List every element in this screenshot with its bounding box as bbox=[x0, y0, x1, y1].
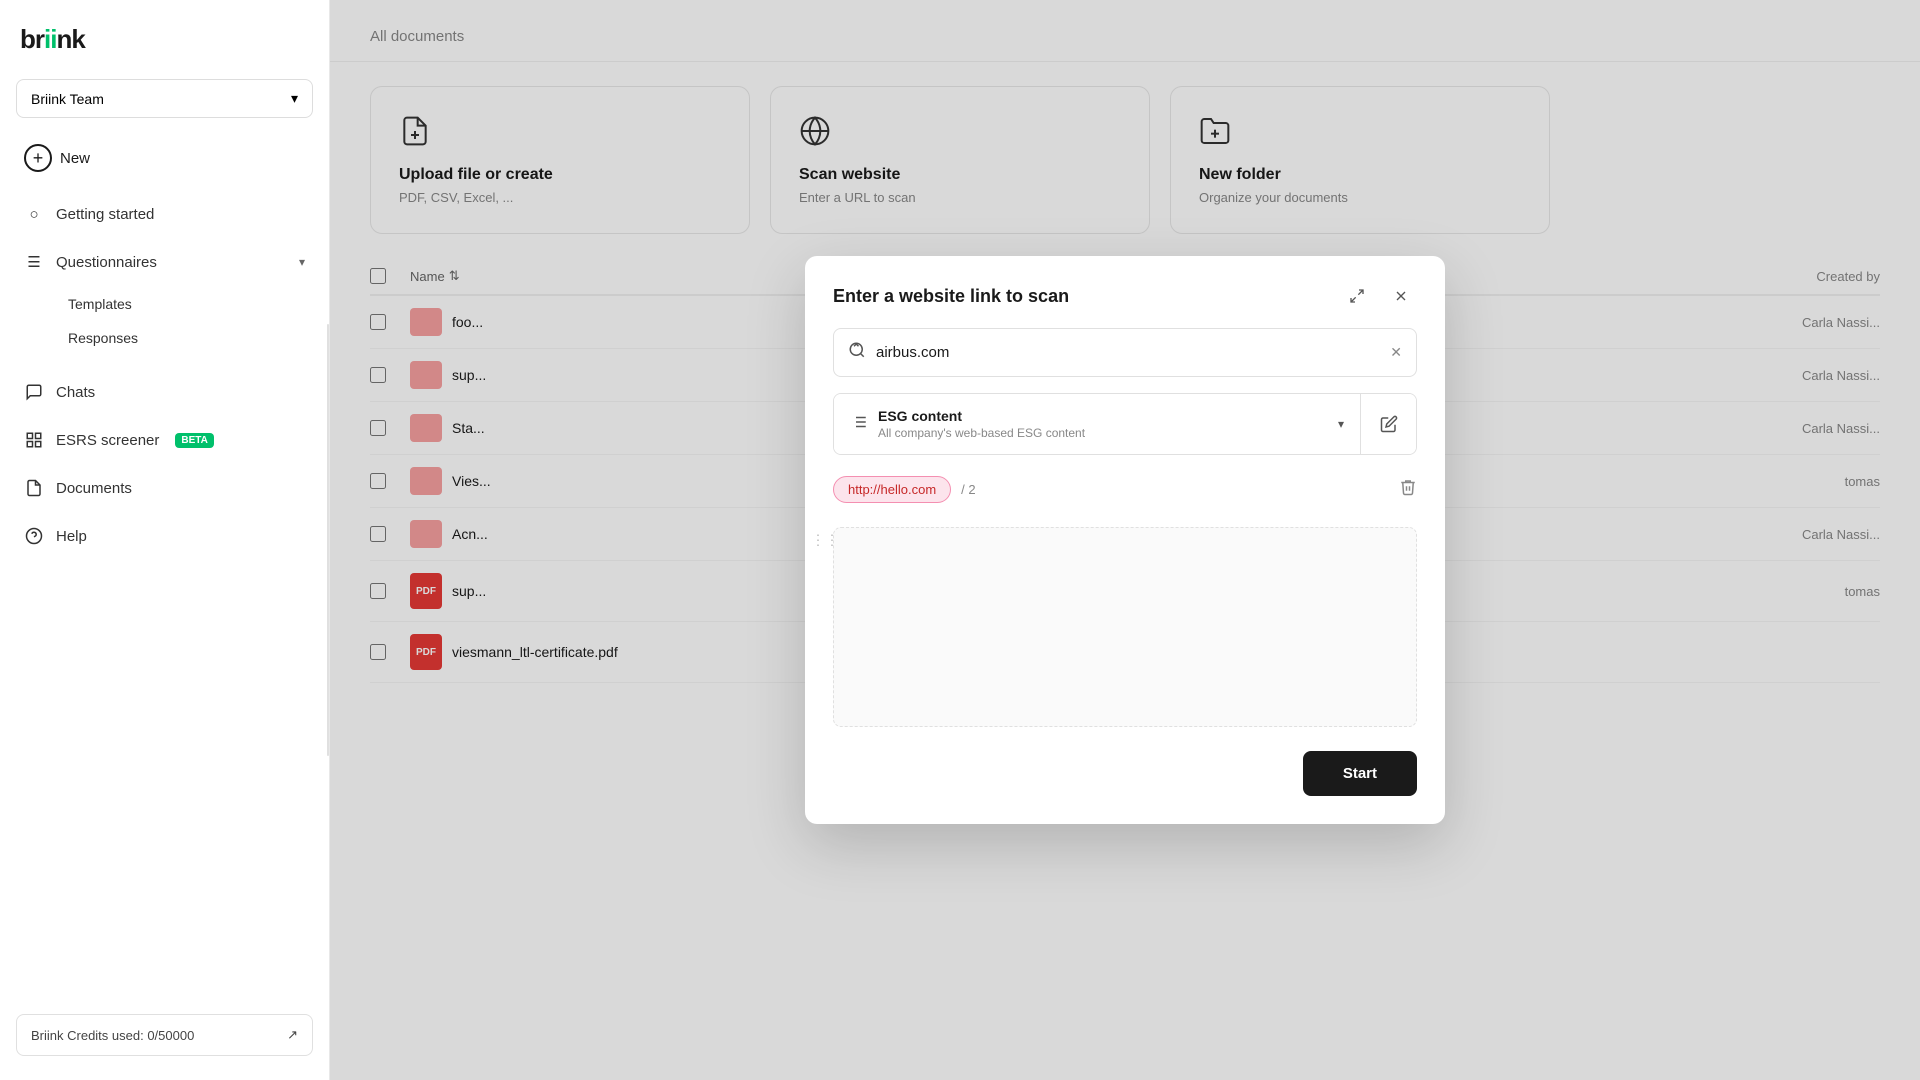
drag-handle[interactable]: ⋮⋮ bbox=[805, 524, 845, 557]
sidebar-divider bbox=[327, 324, 329, 756]
documents-icon bbox=[24, 478, 44, 498]
questionnaire-selector[interactable]: ESG content All company's web-based ESG … bbox=[834, 394, 1360, 454]
questionnaires-icon: ☰ bbox=[24, 252, 44, 272]
sidebar-item-getting-started[interactable]: ○ Getting started bbox=[16, 194, 313, 234]
getting-started-icon: ○ bbox=[24, 204, 44, 224]
sidebar-label-help: Help bbox=[56, 528, 87, 545]
url-tag[interactable]: http://hello.com bbox=[833, 476, 951, 503]
team-chevron-icon: ▾ bbox=[291, 90, 298, 107]
sidebar-label-chats: Chats bbox=[56, 384, 95, 401]
delete-tag-button[interactable] bbox=[1399, 478, 1417, 501]
sidebar-item-esrs-screener[interactable]: ESRS screener BETA bbox=[16, 420, 313, 460]
modal-footer: Start bbox=[805, 751, 1445, 824]
questionnaires-chevron-icon: ▾ bbox=[299, 255, 305, 269]
new-button[interactable]: + New bbox=[16, 134, 313, 182]
team-name: Briink Team bbox=[31, 91, 104, 107]
sidebar-item-documents[interactable]: Documents bbox=[16, 468, 313, 508]
sidebar-item-chats[interactable]: Chats bbox=[16, 372, 313, 412]
close-button[interactable] bbox=[1385, 280, 1417, 312]
questionnaires-sub-items: Templates Responses bbox=[24, 288, 305, 354]
sidebar-label-documents: Documents bbox=[56, 480, 132, 497]
url-clear-button[interactable]: ✕ bbox=[1390, 344, 1402, 361]
sidebar-item-questionnaires[interactable]: ☰ Questionnaires ▾ Templates Responses bbox=[16, 242, 313, 364]
help-icon bbox=[24, 526, 44, 546]
modal-overlay: ⋮⋮ Enter a website link to scan bbox=[330, 0, 1920, 1080]
modal-header: Enter a website link to scan bbox=[805, 256, 1445, 328]
team-selector[interactable]: Briink Team ▾ bbox=[16, 79, 313, 118]
questionnaire-icon bbox=[850, 413, 868, 436]
url-tags-area: http://hello.com / 2 bbox=[833, 471, 1417, 507]
main-content: All documents Upload file or create PDF,… bbox=[330, 0, 1920, 1080]
beta-badge: BETA bbox=[175, 433, 213, 448]
new-circle-icon: + bbox=[24, 144, 52, 172]
sidebar: briink Briink Team ▾ + New ○ Getting sta… bbox=[0, 0, 330, 1080]
credits-label: Briink Credits used: 0/50000 bbox=[31, 1028, 194, 1043]
questionnaire-selector-row: ESG content All company's web-based ESG … bbox=[833, 393, 1417, 455]
questionnaire-chevron-icon: ▾ bbox=[1338, 417, 1344, 431]
minimize-button[interactable] bbox=[1341, 280, 1373, 312]
app-logo: briink bbox=[16, 24, 313, 55]
scan-content-area bbox=[833, 527, 1417, 727]
sidebar-item-templates[interactable]: Templates bbox=[56, 288, 305, 320]
sidebar-label-questionnaires: Questionnaires bbox=[56, 254, 157, 271]
url-input[interactable] bbox=[876, 344, 1380, 361]
start-button[interactable]: Start bbox=[1303, 751, 1417, 796]
tag-count: / 2 bbox=[961, 482, 975, 497]
search-icon bbox=[848, 341, 866, 364]
new-button-label: New bbox=[60, 150, 90, 167]
url-input-row: ✕ bbox=[833, 328, 1417, 377]
modal-title: Enter a website link to scan bbox=[833, 286, 1069, 307]
credits-arrow-icon: ↗ bbox=[287, 1027, 298, 1043]
modal-header-actions bbox=[1341, 280, 1417, 312]
esrs-icon bbox=[24, 430, 44, 450]
questionnaire-edit-button[interactable] bbox=[1360, 394, 1416, 454]
chats-icon bbox=[24, 382, 44, 402]
questionnaire-title: ESG content bbox=[878, 408, 1328, 424]
questionnaire-desc: All company's web-based ESG content bbox=[878, 426, 1328, 440]
credits-display[interactable]: Briink Credits used: 0/50000 ↗ bbox=[16, 1014, 313, 1056]
scan-modal: ⋮⋮ Enter a website link to scan bbox=[805, 256, 1445, 824]
questionnaire-info: ESG content All company's web-based ESG … bbox=[878, 408, 1328, 440]
sidebar-item-help[interactable]: Help bbox=[16, 516, 313, 556]
sidebar-label-getting-started: Getting started bbox=[56, 206, 154, 223]
sidebar-label-esrs-screener: ESRS screener bbox=[56, 432, 159, 449]
sidebar-item-responses[interactable]: Responses bbox=[56, 322, 305, 354]
